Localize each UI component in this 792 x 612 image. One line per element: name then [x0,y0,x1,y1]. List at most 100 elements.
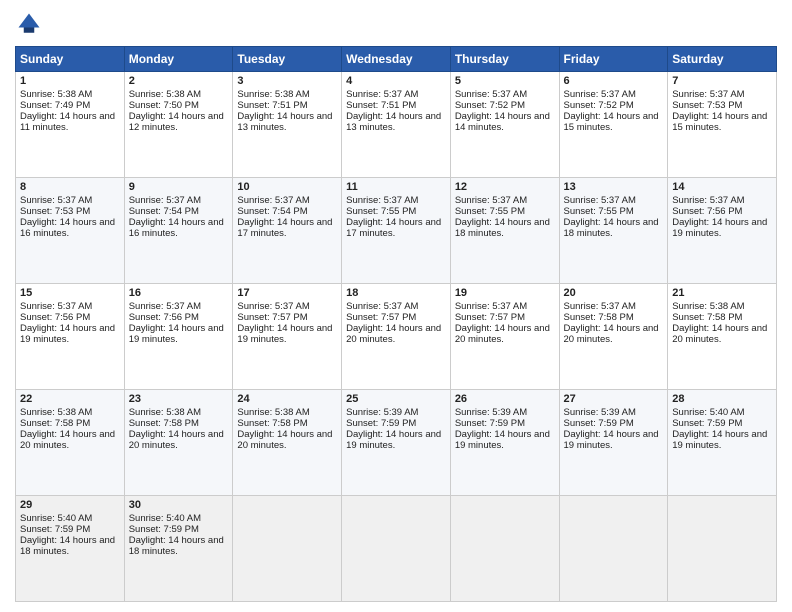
sunrise: Sunrise: 5:40 AM [20,513,92,524]
sunset: Sunset: 7:54 PM [237,206,307,217]
weekday-wednesday: Wednesday [342,47,451,72]
sunrise: Sunrise: 5:37 AM [346,89,418,100]
sunset: Sunset: 7:57 PM [455,312,525,323]
day-cell: 18Sunrise: 5:37 AMSunset: 7:57 PMDayligh… [342,284,451,390]
sunset: Sunset: 7:51 PM [346,100,416,111]
day-number: 12 [455,181,555,193]
sunset: Sunset: 7:53 PM [20,206,90,217]
day-cell: 17Sunrise: 5:37 AMSunset: 7:57 PMDayligh… [233,284,342,390]
sunset: Sunset: 7:56 PM [20,312,90,323]
sunrise: Sunrise: 5:37 AM [455,195,527,206]
sunrise: Sunrise: 5:38 AM [129,407,201,418]
day-cell: 7Sunrise: 5:37 AMSunset: 7:53 PMDaylight… [668,72,777,178]
daylight: Daylight: 14 hours and 18 minutes. [564,217,659,239]
sunset: Sunset: 7:59 PM [564,418,634,429]
sunrise: Sunrise: 5:40 AM [672,407,744,418]
header [15,10,777,38]
day-number: 18 [346,287,446,299]
daylight: Daylight: 14 hours and 18 minutes. [129,535,224,557]
sunset: Sunset: 7:55 PM [346,206,416,217]
sunrise: Sunrise: 5:38 AM [20,407,92,418]
sunrise: Sunrise: 5:40 AM [129,513,201,524]
sunset: Sunset: 7:59 PM [672,418,742,429]
daylight: Daylight: 14 hours and 20 minutes. [672,323,767,345]
week-row-1: 1Sunrise: 5:38 AMSunset: 7:49 PMDaylight… [16,72,777,178]
daylight: Daylight: 14 hours and 11 minutes. [20,111,115,133]
weekday-sunday: Sunday [16,47,125,72]
day-cell: 24 Sunrise: 5:38 AMSunset: 7:58 PMDayligh… [233,390,342,496]
daylight: Daylight: 14 hours and 20 minutes. [20,429,115,451]
weekday-friday: Friday [559,47,668,72]
sunrise: Sunrise: 5:37 AM [564,301,636,312]
day-cell: 16Sunrise: 5:37 AMSunset: 7:56 PMDayligh… [124,284,233,390]
sunrise: Sunrise: 5:38 AM [237,407,309,418]
day-cell: 19Sunrise: 5:37 AMSunset: 7:57 PMDayligh… [450,284,559,390]
daylight: Daylight: 14 hours and 19 minutes. [672,217,767,239]
sunset: Sunset: 7:57 PM [237,312,307,323]
sunrise: Sunrise: 5:38 AM [129,89,201,100]
daylight: Daylight: 14 hours and 19 minutes. [455,429,550,451]
sunset: Sunset: 7:51 PM [237,100,307,111]
daylight: Daylight: 14 hours and 20 minutes. [129,429,224,451]
day-number: 20 [564,287,664,299]
sunset: Sunset: 7:55 PM [564,206,634,217]
daylight: Daylight: 14 hours and 19 minutes. [564,429,659,451]
day-cell: 21Sunrise: 5:38 AMSunset: 7:58 PMDayligh… [668,284,777,390]
daylight: Daylight: 14 hours and 18 minutes. [455,217,550,239]
daylight: Daylight: 14 hours and 16 minutes. [20,217,115,239]
day-cell: 14Sunrise: 5:37 AMSunset: 7:56 PMDayligh… [668,178,777,284]
weekday-saturday: Saturday [668,47,777,72]
day-cell: 28 Sunrise: 5:40 AMSunset: 7:59 PMDayligh… [668,390,777,496]
day-number: 24 [237,393,337,405]
day-cell [342,496,451,602]
day-number: 27 [564,393,664,405]
sunset: Sunset: 7:58 PM [20,418,90,429]
day-number: 10 [237,181,337,193]
sunset: Sunset: 7:58 PM [237,418,307,429]
day-number: 3 [237,75,337,87]
sunrise: Sunrise: 5:39 AM [455,407,527,418]
daylight: Daylight: 14 hours and 12 minutes. [129,111,224,133]
day-cell: 13Sunrise: 5:37 AMSunset: 7:55 PMDayligh… [559,178,668,284]
sunset: Sunset: 7:56 PM [129,312,199,323]
day-cell: 8Sunrise: 5:37 AMSunset: 7:53 PMDaylight… [16,178,125,284]
daylight: Daylight: 14 hours and 19 minutes. [672,429,767,451]
day-cell: 30Sunrise: 5:40 AMSunset: 7:59 PMDayligh… [124,496,233,602]
logo [15,10,47,38]
daylight: Daylight: 14 hours and 15 minutes. [672,111,767,133]
sunset: Sunset: 7:57 PM [346,312,416,323]
weekday-thursday: Thursday [450,47,559,72]
day-cell: 15Sunrise: 5:37 AMSunset: 7:56 PMDayligh… [16,284,125,390]
sunset: Sunset: 7:59 PM [20,524,90,535]
day-number: 1 [20,75,120,87]
weekday-monday: Monday [124,47,233,72]
sunrise: Sunrise: 5:37 AM [455,301,527,312]
page: SundayMondayTuesdayWednesdayThursdayFrid… [0,0,792,612]
sunset: Sunset: 7:58 PM [129,418,199,429]
day-number: 22 [20,393,120,405]
sunrise: Sunrise: 5:37 AM [346,195,418,206]
day-cell: 3Sunrise: 5:38 AMSunset: 7:51 PMDaylight… [233,72,342,178]
day-number: 6 [564,75,664,87]
day-cell [450,496,559,602]
day-cell: 11Sunrise: 5:37 AMSunset: 7:55 PMDayligh… [342,178,451,284]
daylight: Daylight: 14 hours and 19 minutes. [237,323,332,345]
daylight: Daylight: 14 hours and 20 minutes. [237,429,332,451]
day-cell: 10Sunrise: 5:37 AMSunset: 7:54 PMDayligh… [233,178,342,284]
day-number: 29 [20,499,120,511]
sunset: Sunset: 7:52 PM [564,100,634,111]
sunrise: Sunrise: 5:37 AM [129,195,201,206]
calendar-table: SundayMondayTuesdayWednesdayThursdayFrid… [15,46,777,602]
day-number: 21 [672,287,772,299]
sunset: Sunset: 7:59 PM [455,418,525,429]
daylight: Daylight: 14 hours and 19 minutes. [20,323,115,345]
day-number: 14 [672,181,772,193]
daylight: Daylight: 14 hours and 20 minutes. [455,323,550,345]
day-cell [668,496,777,602]
day-number: 2 [129,75,229,87]
sunset: Sunset: 7:54 PM [129,206,199,217]
day-number: 28 [672,393,772,405]
day-number: 9 [129,181,229,193]
sunrise: Sunrise: 5:37 AM [20,301,92,312]
day-cell: 23Sunrise: 5:38 AMSunset: 7:58 PMDayligh… [124,390,233,496]
